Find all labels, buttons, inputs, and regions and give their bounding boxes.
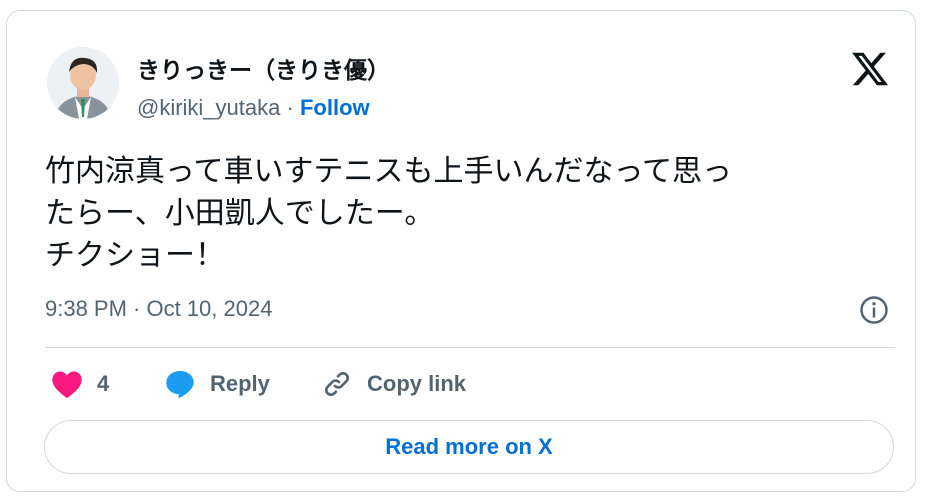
author-avatar[interactable] [47, 47, 119, 119]
author-handle-row: @kiriki_yutaka · Follow [137, 95, 370, 121]
like-button[interactable]: 4 [51, 366, 109, 402]
tweet-embed-card: きりっきー（きりき優） @kiriki_yutaka · Follow 竹内涼真… [6, 10, 916, 492]
link-icon [324, 371, 350, 397]
reply-label: Reply [210, 371, 270, 396]
x-logo-icon[interactable] [850, 49, 890, 89]
info-icon[interactable] [859, 295, 889, 325]
divider [45, 347, 895, 348]
reply-bubble-icon [166, 370, 194, 399]
heart-icon [52, 371, 82, 399]
follow-button[interactable]: Follow [300, 95, 370, 120]
reply-button[interactable]: Reply [164, 366, 270, 402]
author-name[interactable]: きりっきー（きりき優） [137, 51, 390, 85]
like-count: 4 [97, 371, 110, 396]
separator-dot: · [286, 95, 294, 120]
copy-link-button[interactable]: Copy link [321, 366, 466, 402]
author-handle[interactable]: @kiriki_yutaka [137, 95, 280, 120]
tweet-text: 竹内涼真って車いすテニスも上手いんだなって思っ たらー、小田凱人でしたー。 チク… [45, 154, 732, 273]
tweet-timestamp[interactable]: 9:38 PM · Oct 10, 2024 [45, 296, 272, 322]
copy-link-label: Copy link [367, 371, 467, 396]
read-more-button[interactable]: Read more on X [44, 420, 894, 474]
